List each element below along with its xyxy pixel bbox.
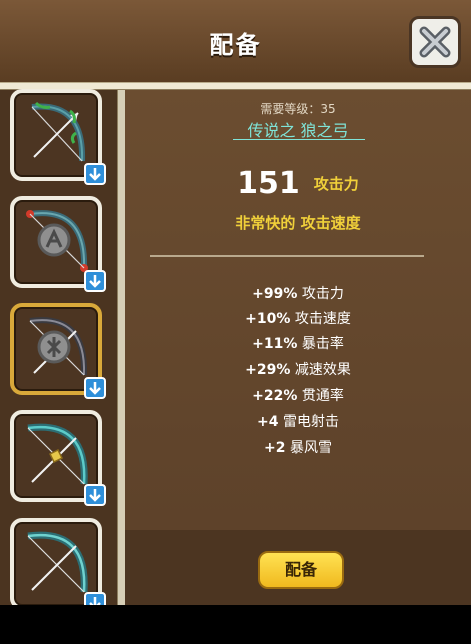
equip-button[interactable]: 配备 bbox=[258, 551, 344, 589]
close-icon bbox=[419, 26, 451, 58]
equipment-window: 配备 需要等级：35 传说之 狼之弓 151 攻击力 非常快的 攻击速度 +99… bbox=[0, 0, 471, 605]
stat-label: 攻击速度 bbox=[294, 311, 351, 327]
stat-value: +22% bbox=[252, 388, 298, 404]
stat-label: 暴击率 bbox=[301, 336, 344, 352]
down-arrow-icon bbox=[84, 377, 106, 399]
inventory-slot-3[interactable] bbox=[10, 303, 106, 399]
divider bbox=[150, 255, 424, 257]
inventory-slot-4[interactable] bbox=[10, 410, 106, 506]
weapon-name: 传说之 狼之弓 bbox=[247, 121, 349, 140]
stat-label: 减速效果 bbox=[294, 362, 351, 378]
stat-label: 暴风雪 bbox=[289, 440, 332, 456]
attack-label: 攻击力 bbox=[313, 175, 359, 193]
page-title: 配备 bbox=[209, 31, 262, 59]
down-arrow-icon bbox=[84, 163, 106, 185]
name-underline bbox=[233, 139, 365, 140]
stat-label: 攻击力 bbox=[301, 286, 344, 302]
close-button[interactable] bbox=[409, 16, 461, 68]
stat-label: 贯通率 bbox=[301, 388, 344, 404]
down-arrow-icon bbox=[84, 270, 106, 292]
stat-value: +10% bbox=[245, 311, 291, 327]
inventory-slot-1[interactable] bbox=[10, 89, 106, 185]
bottom-bar bbox=[0, 605, 471, 644]
stat-value: +2 bbox=[264, 440, 286, 456]
attack-value: 151 bbox=[237, 166, 300, 201]
attack-speed-text: 非常快的 攻击速度 bbox=[235, 214, 361, 232]
inventory-slot-5[interactable] bbox=[10, 518, 106, 605]
attack-row: 151 攻击力 bbox=[125, 166, 471, 201]
stat-row: +10% 攻击速度 bbox=[125, 308, 471, 328]
stat-value: +4 bbox=[257, 414, 279, 430]
stat-value: +99% bbox=[252, 286, 298, 302]
stat-row: +11% 暴击率 bbox=[125, 333, 471, 353]
stat-row: +22% 贯通率 bbox=[125, 385, 471, 405]
stat-row: +4 雷电射击 bbox=[125, 411, 471, 431]
down-arrow-icon bbox=[84, 484, 106, 506]
inventory-slot-2[interactable] bbox=[10, 196, 106, 292]
down-arrow-icon bbox=[84, 592, 106, 605]
stat-row: +99% 攻击力 bbox=[125, 283, 471, 303]
stat-row: +29% 减速效果 bbox=[125, 359, 471, 379]
stat-label: 雷电射击 bbox=[282, 414, 339, 430]
stat-value: +29% bbox=[245, 362, 291, 378]
level-requirement: 需要等级：35 bbox=[260, 102, 336, 116]
stat-row: +2 暴风雪 bbox=[125, 437, 471, 457]
stat-value: +11% bbox=[252, 336, 298, 352]
